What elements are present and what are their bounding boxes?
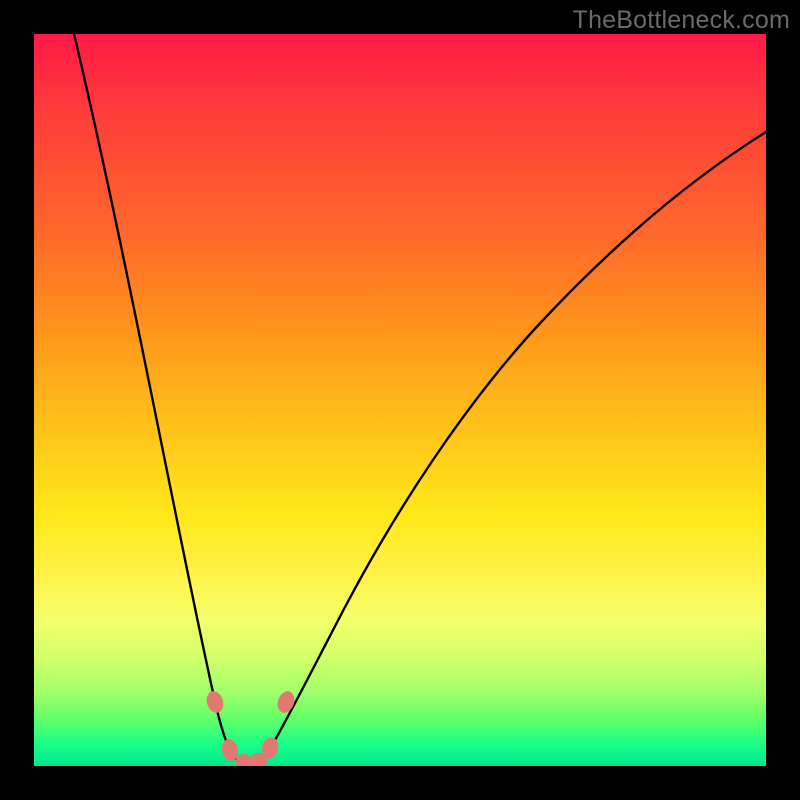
curve-marker (275, 689, 298, 715)
chart-frame: TheBottleneck.com (0, 0, 800, 800)
curve-path (74, 34, 766, 765)
bottleneck-curve (34, 34, 766, 766)
plot-area (34, 34, 766, 766)
watermark-text: TheBottleneck.com (573, 6, 790, 35)
curve-marker (204, 689, 226, 715)
